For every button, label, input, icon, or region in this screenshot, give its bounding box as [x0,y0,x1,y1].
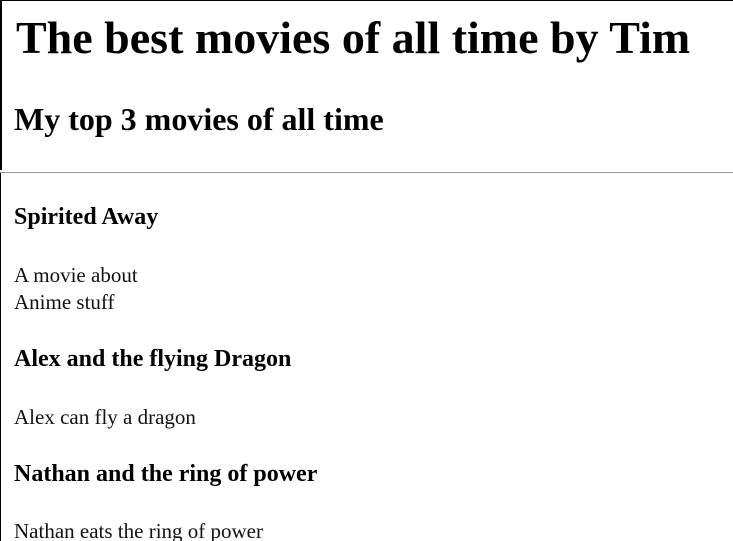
movie-item-spirited-away: Spirited Away A movie about Anime stuff [14,204,159,314]
page-subtitle: My top 3 movies of all time [14,101,384,137]
movie-description-line: Alex can fly a dragon [14,405,196,429]
movie-title: Spirited Away [14,204,159,230]
frame-left-border [0,0,2,170]
movie-description: Alex can fly a dragon [14,404,196,431]
movie-description: A movie about Anime stuff [14,262,138,316]
horizontal-divider [0,172,733,173]
frame-top-border [0,0,733,1]
frame-left-border-lower [0,172,1,541]
page-title: The best movies of all time by Tim [16,12,691,63]
movie-description-line: Nathan eats the ring of power [14,519,263,541]
movie-description-line: Anime stuff [14,290,115,314]
movie-description: Nathan eats the ring of power [14,518,263,541]
movie-item-nathan-and-the-ring-of-power: Nathan and the ring of power Nathan eats… [14,461,318,541]
movie-title: Nathan and the ring of power [14,461,318,487]
movie-title: Alex and the flying Dragon [14,346,292,372]
movie-item-alex-and-the-flying-dragon: Alex and the flying Dragon Alex can fly … [14,346,292,429]
movie-description-line: A movie about [14,263,138,287]
